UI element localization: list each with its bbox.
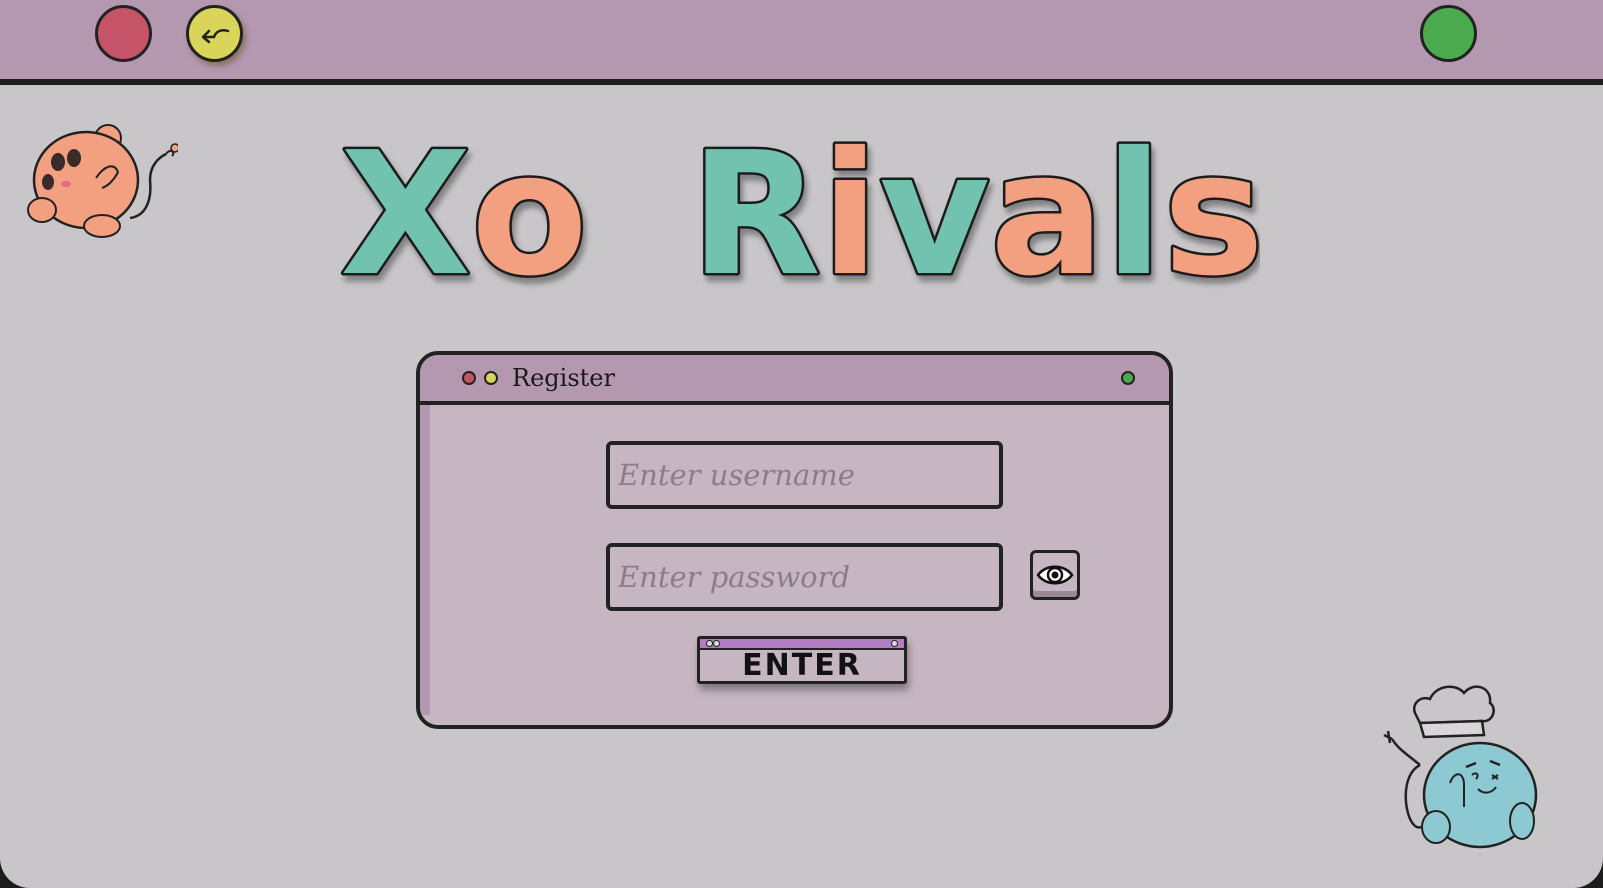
enter-button[interactable]: ENTER: [697, 636, 907, 684]
logo-word-xo: Xo: [340, 135, 588, 295]
register-title-bar: Register: [420, 355, 1169, 405]
maximize-button[interactable]: [1420, 5, 1477, 62]
toggle-password-visibility-button[interactable]: [1030, 550, 1080, 600]
chef-cat-mascot: [1383, 685, 1538, 849]
orange-ghost-mascot: [27, 124, 178, 238]
title-bar: [0, 0, 1603, 85]
eye-icon: [1036, 565, 1074, 585]
game-logo: Xo Rivals: [338, 114, 1267, 317]
close-button[interactable]: [95, 5, 152, 62]
dialog-left-edge: [420, 405, 430, 715]
dialog-close-dot: [462, 371, 476, 385]
username-input[interactable]: [606, 441, 1003, 509]
back-button[interactable]: [186, 5, 243, 62]
password-input[interactable]: [606, 543, 1003, 611]
app-window: Xo Rivals Register ENTER: [0, 0, 1603, 888]
register-title: Register: [512, 364, 615, 392]
back-arrow-icon: [201, 28, 229, 43]
logo-word-rivals: Rivals: [690, 135, 1260, 295]
dialog-maximize-dot: [1121, 371, 1135, 385]
dialog-minimize-dot: [484, 371, 498, 385]
enter-button-label: ENTER: [742, 648, 862, 683]
